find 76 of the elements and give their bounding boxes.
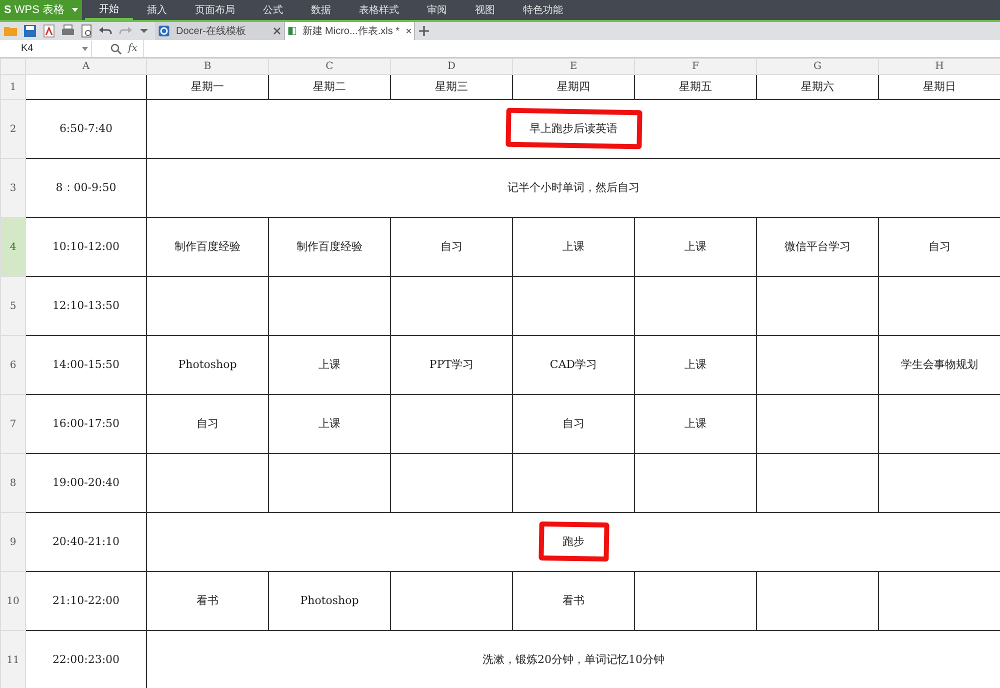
close-icon[interactable] xyxy=(406,27,411,35)
menu-tab[interactable]: 视图 xyxy=(461,0,509,20)
function-label[interactable]: fx xyxy=(128,41,138,56)
spreadsheet-icon xyxy=(288,25,296,37)
table-cell: 微信平台学习 xyxy=(756,218,878,276)
column-header[interactable]: D xyxy=(390,58,512,74)
table-cell: 星期四 xyxy=(512,74,634,100)
pdf-icon[interactable] xyxy=(41,23,57,39)
table-cell: CAD学习 xyxy=(512,336,634,394)
row-header[interactable]: 10 xyxy=(0,572,26,630)
menu-tab[interactable]: 特色功能 xyxy=(509,0,577,20)
column-header[interactable]: G xyxy=(756,58,878,74)
table-cell: 看书 xyxy=(512,572,634,630)
table-cell: 星期三 xyxy=(390,74,512,100)
table-cell: 看书 xyxy=(146,572,268,630)
table-cell: 星期二 xyxy=(268,74,390,100)
column-header[interactable]: B xyxy=(146,58,268,74)
table-cell: 上课 xyxy=(634,218,756,276)
row-header[interactable]: 8 xyxy=(0,454,26,512)
row-header[interactable]: 5 xyxy=(0,276,26,336)
row-header[interactable]: 6 xyxy=(0,336,26,394)
app-menu-button[interactable]: S WPS 表格 xyxy=(0,0,82,20)
table-cell: 自习 xyxy=(512,394,634,454)
table-cell: 10:10-12:00 xyxy=(26,218,146,276)
table-cell: 星期六 xyxy=(756,74,878,100)
table-cell: 上课 xyxy=(634,336,756,394)
table-cell: 自习 xyxy=(146,394,268,454)
column-header[interactable]: H xyxy=(878,58,1000,74)
table-cell: 16:00-17:50 xyxy=(26,394,146,454)
table-cell: 8：00-9:50 xyxy=(26,158,146,218)
table-cell: 14:00-15:50 xyxy=(26,336,146,394)
table-cell: 上课 xyxy=(268,336,390,394)
save-icon[interactable] xyxy=(22,23,38,39)
menu-tab[interactable]: 页面布局 xyxy=(181,0,249,20)
row-header[interactable]: 7 xyxy=(0,394,26,454)
menu-tab[interactable]: 公式 xyxy=(249,0,297,20)
row-header[interactable]: 11 xyxy=(0,630,26,688)
search-icon[interactable] xyxy=(110,42,122,54)
row-header[interactable]: 3 xyxy=(0,158,26,218)
menu-tab[interactable]: 插入 xyxy=(133,0,181,20)
table-cell: 上课 xyxy=(268,394,390,454)
table-cell: 上课 xyxy=(634,394,756,454)
menu-tab[interactable]: 审阅 xyxy=(413,0,461,20)
table-cell: 制作百度经验 xyxy=(268,218,390,276)
docer-icon xyxy=(158,25,170,37)
cell-reference-field[interactable]: K4 xyxy=(0,40,92,56)
column-header[interactable]: F xyxy=(634,58,756,74)
table-cell: 星期一 xyxy=(146,74,268,100)
column-header[interactable]: C xyxy=(268,58,390,74)
row-header[interactable]: 9 xyxy=(0,512,26,572)
table-cell: Photoshop xyxy=(268,572,390,630)
table-cell: 星期五 xyxy=(634,74,756,100)
table-cell: 跑步 xyxy=(562,534,584,548)
table-cell: 制作百度经验 xyxy=(146,218,268,276)
column-header[interactable]: A xyxy=(26,58,146,74)
table-cell: 20:40-21:10 xyxy=(26,512,146,572)
table-cell: 12:10-13:50 xyxy=(26,276,146,336)
table-cell: 6:50-7:40 xyxy=(26,100,146,158)
menu-tab[interactable]: 表格样式 xyxy=(345,0,413,20)
column-header[interactable]: E xyxy=(512,58,634,74)
table-cell: 早上跑步后读英语 xyxy=(530,122,618,135)
add-tab-icon[interactable] xyxy=(418,25,430,37)
row-header[interactable]: 1 xyxy=(0,74,26,100)
menu-tab[interactable]: 数据 xyxy=(297,0,345,20)
table-cell: PPT学习 xyxy=(390,336,512,394)
caret-icon[interactable] xyxy=(72,8,78,12)
table-cell: 自习 xyxy=(390,218,512,276)
table-cell: 上课 xyxy=(512,218,634,276)
close-icon[interactable] xyxy=(273,27,281,35)
table-cell: Photoshop xyxy=(146,336,268,394)
table-cell: 19:00-20:40 xyxy=(26,454,146,512)
caret-icon[interactable] xyxy=(82,46,88,50)
row-header[interactable]: 2 xyxy=(0,100,26,158)
row-header[interactable]: 4 xyxy=(0,218,26,276)
table-cell: 21:10-22:00 xyxy=(26,572,146,630)
cell-reference: K4 xyxy=(21,42,34,56)
